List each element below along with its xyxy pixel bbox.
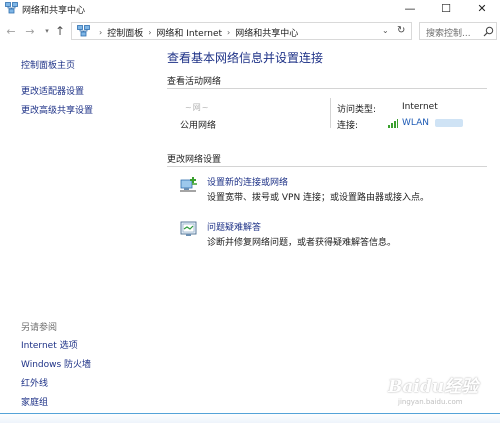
- navigation-bar: ← → ▾ ↑ › 控制面板 › 网络和 Internet › 网络和共享中心 …: [0, 20, 500, 42]
- section-divider: [167, 88, 487, 89]
- change-settings-title: 更改网络设置: [167, 155, 222, 165]
- network-center-icon: [5, 2, 18, 14]
- back-button[interactable]: ←: [5, 24, 17, 38]
- troubleshoot-icon: [180, 221, 197, 236]
- sidebar-item-windows-firewall[interactable]: Windows 防火墙: [21, 357, 91, 370]
- bottom-accent-bar: [0, 413, 500, 423]
- sidebar-item-change-adapter-settings[interactable]: 更改适配器设置: [21, 84, 84, 97]
- forward-button[interactable]: →: [24, 24, 36, 38]
- wlan-name[interactable]: WLAN: [402, 118, 429, 128]
- minimize-button[interactable]: —: [392, 0, 428, 17]
- connection-label: 连接:: [337, 121, 359, 131]
- up-button[interactable]: ↑: [54, 24, 66, 38]
- breadcrumb-separator[interactable]: ›: [227, 28, 230, 37]
- ssid-redacted: [435, 119, 464, 127]
- recent-locations-button[interactable]: ▾: [41, 24, 53, 38]
- search-icon[interactable]: [483, 26, 494, 37]
- see-also-heading: 另请参阅: [21, 323, 58, 333]
- access-type-value: Internet: [402, 102, 438, 112]
- network-name: ~网~: [185, 103, 210, 112]
- address-bar[interactable]: › 控制面板 › 网络和 Internet › 网络和共享中心 ⌄ ↻: [71, 22, 412, 40]
- troubleshoot-description: 诊断并修复网络问题，或者获得疑难解答信息。: [207, 238, 397, 248]
- setup-connection-link[interactable]: 设置新的连接或网络: [207, 175, 288, 188]
- active-networks-title: 查看活动网络: [167, 77, 222, 87]
- sidebar-item-homegroup[interactable]: 家庭组: [21, 395, 48, 408]
- sidebar-item-control-panel-home[interactable]: 控制面板主页: [21, 58, 75, 71]
- maximize-button[interactable]: ☐: [428, 0, 464, 17]
- sidebar-item-change-advanced-sharing[interactable]: 更改高级共享设置: [21, 103, 93, 116]
- refresh-icon[interactable]: ↻: [397, 25, 405, 36]
- watermark-brand: Baidu经验: [388, 377, 479, 397]
- breadcrumb-network-internet[interactable]: 网络和 Internet: [156, 26, 222, 39]
- search-box[interactable]: 搜索控制...: [419, 22, 497, 40]
- close-button[interactable]: ✕: [464, 0, 500, 17]
- setup-connection-description: 设置宽带、拨号或 VPN 连接；或设置路由器或接入点。: [207, 193, 430, 203]
- task-troubleshoot: 问题疑难解答 诊断并修复网络问题，或者获得疑难解答信息。: [177, 220, 497, 252]
- breadcrumb-separator[interactable]: ›: [148, 28, 151, 37]
- network-type-link[interactable]: 公用网络: [180, 118, 216, 131]
- address-dropdown-icon[interactable]: ⌄: [382, 26, 389, 35]
- control-panel-icon: [77, 25, 90, 37]
- task-setup-connection: 设置新的连接或网络 设置宽带、拨号或 VPN 连接；或设置路由器或接入点。: [177, 175, 497, 207]
- search-placeholder[interactable]: 搜索控制...: [426, 26, 471, 39]
- breadcrumb: › 控制面板 › 网络和 Internet › 网络和共享中心: [94, 26, 298, 39]
- vertical-divider: [330, 98, 331, 128]
- new-connection-icon: [180, 177, 197, 192]
- sidebar: 控制面板主页 更改适配器设置 更改高级共享设置 另请参阅 Internet 选项…: [0, 48, 155, 408]
- wlan-connection-link[interactable]: WLAN: [388, 118, 464, 128]
- breadcrumb-network-sharing-center[interactable]: 网络和共享中心: [235, 26, 298, 39]
- connection-value: WLAN: [388, 118, 464, 131]
- breadcrumb-control-panel[interactable]: 控制面板: [107, 26, 143, 39]
- breadcrumb-separator: ›: [99, 28, 103, 37]
- watermark-site: jingyan.baidu.com: [398, 398, 463, 406]
- sidebar-item-infrared[interactable]: 红外线: [21, 376, 48, 389]
- section-divider: [167, 166, 487, 167]
- window-title: 网络和共享中心: [22, 6, 86, 16]
- troubleshoot-link[interactable]: 问题疑难解答: [207, 220, 261, 233]
- main-content: 查看基本网络信息并设置连接 查看活动网络 ~网~ 公用网络 访问类型: Inte…: [165, 48, 500, 408]
- wifi-signal-icon: [388, 118, 398, 128]
- baidu-watermark: Baidu经验 jingyan.baidu.com: [370, 372, 495, 412]
- title-bar: 网络和共享中心 — ☐ ✕: [0, 0, 500, 17]
- sidebar-item-internet-options[interactable]: Internet 选项: [21, 338, 78, 351]
- page-title: 查看基本网络信息并设置连接: [167, 51, 324, 65]
- access-type-label: 访问类型:: [337, 105, 377, 115]
